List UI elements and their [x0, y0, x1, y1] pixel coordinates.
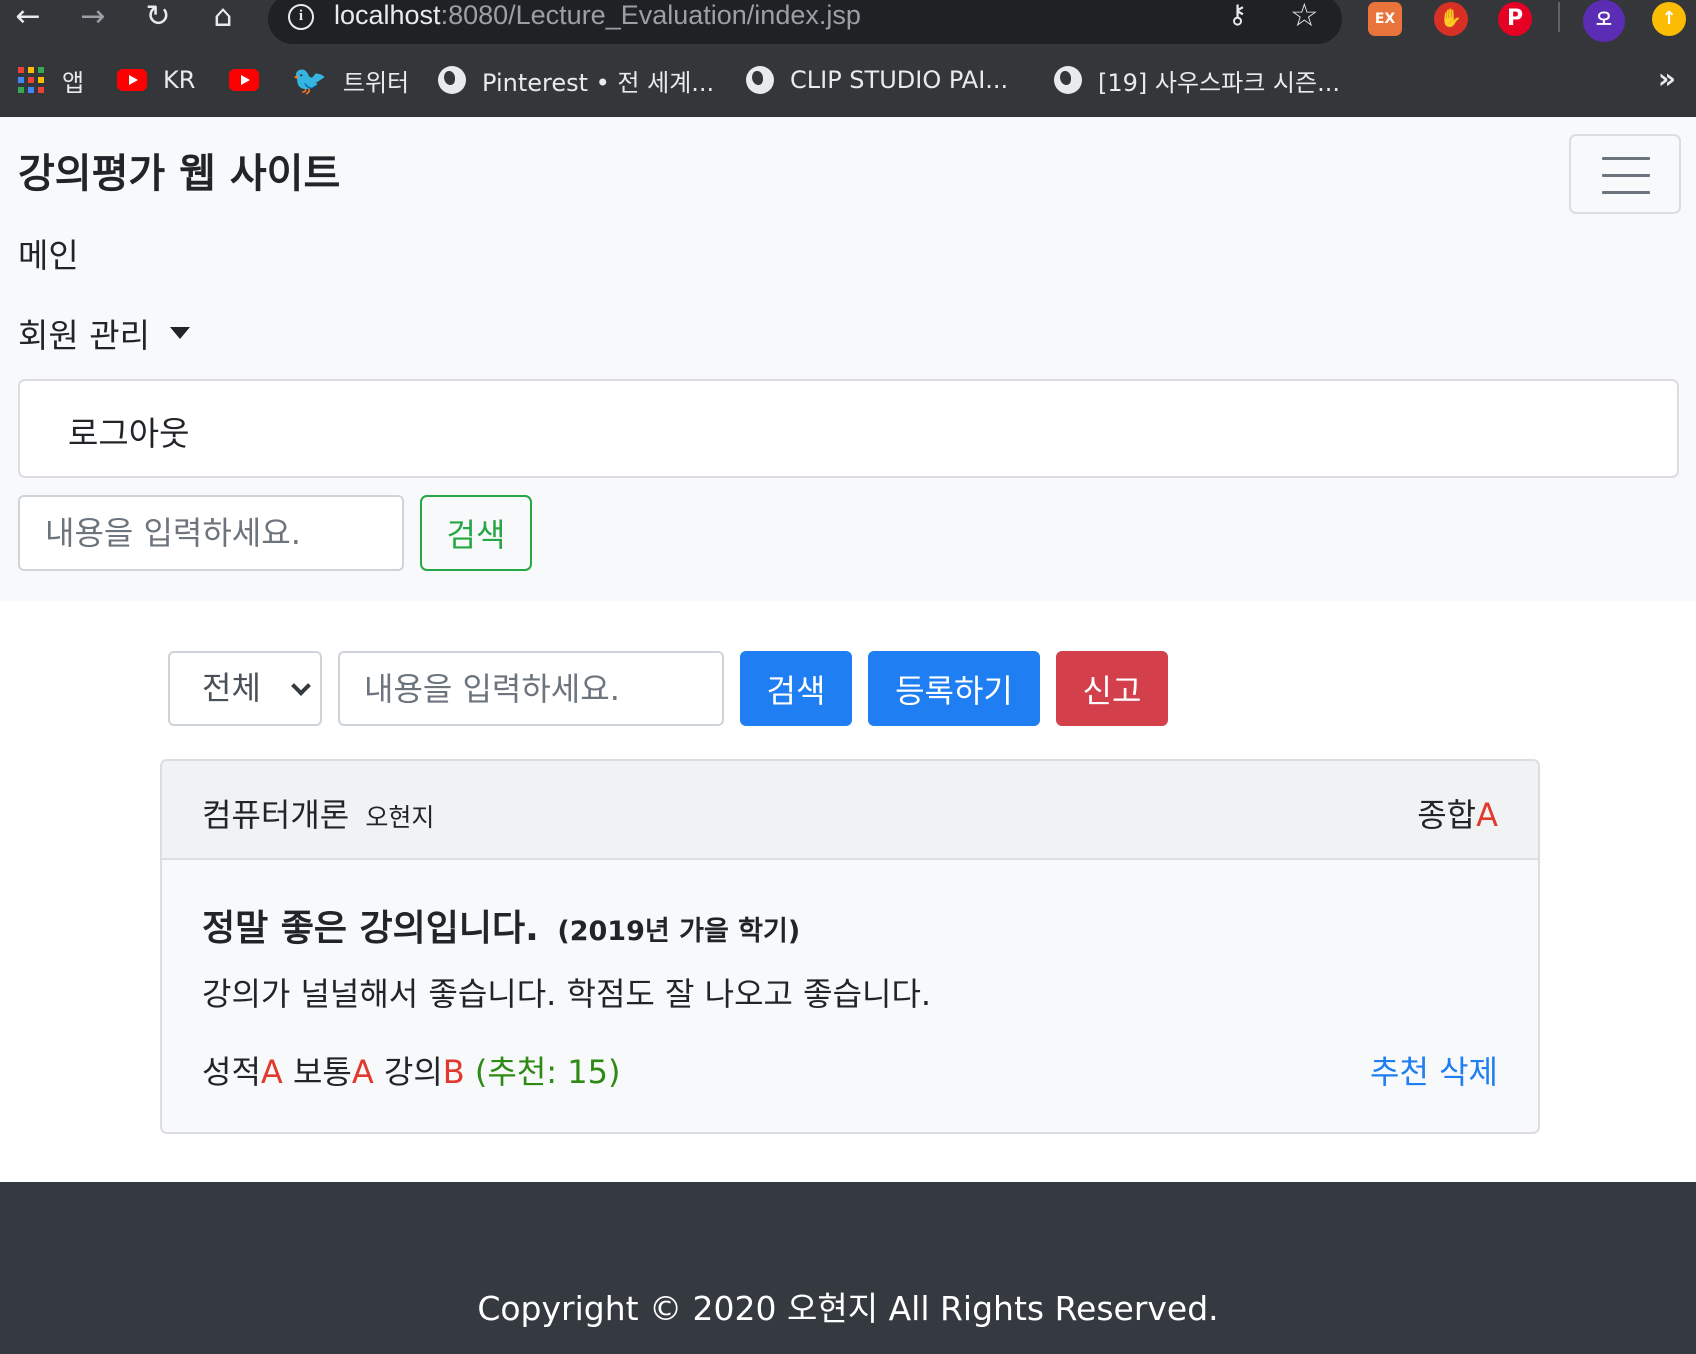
bookmark-label: 트위터	[342, 68, 410, 97]
url-path: :8080/Lecture_Evaluation/index.jsp	[440, 0, 861, 30]
home-icon[interactable]: ⌂	[203, 0, 243, 36]
toolbar-separator	[1558, 2, 1560, 32]
bookmark-youtube-kr[interactable]: KR	[117, 58, 195, 102]
search-input[interactable]	[338, 651, 724, 726]
youtube-icon	[229, 69, 259, 91]
youtube-icon	[117, 69, 147, 91]
evaluation-title: 정말 좋은 강의입니다. (2019년 가을 학기)	[202, 899, 800, 951]
browser-toolbar: ← → ↻ ⌂ i localhost:8080/Lecture_Evaluat…	[0, 0, 1696, 50]
evaluation-ratings: 성적A 보통A 강의B (추천: 15)	[202, 1047, 620, 1093]
twitter-icon: 🐦	[292, 63, 327, 97]
profile-avatar[interactable]: 오	[1583, 0, 1625, 42]
bookmark-apps[interactable]: 앱	[18, 58, 84, 102]
comfortable-grade: A	[351, 1053, 374, 1091]
url-host: localhost	[334, 0, 441, 30]
lecture-label: 강의	[383, 1053, 443, 1091]
bookmark-label: [19] 사우스파크 시즌...	[1098, 68, 1340, 97]
apps-grid-icon	[18, 67, 44, 93]
evaluation-card: 컴퓨터개론 오현지 종합A 정말 좋은 강의입니다. (2019년 가을 학기)…	[160, 759, 1540, 1134]
navbar-search-button[interactable]: 검색	[420, 495, 532, 571]
globe-icon	[438, 66, 466, 94]
lecture-info: 컴퓨터개론 오현지	[202, 790, 434, 836]
nav-dropdown-label: 회원 관리	[18, 316, 150, 355]
bookmark-clip-studio[interactable]: CLIP STUDIO PAI...	[746, 58, 1008, 102]
nav-link-main[interactable]: 메인	[18, 229, 79, 277]
nav-dropdown-member[interactable]: 회원 관리	[18, 309, 190, 357]
overall-score: 종합A	[1417, 790, 1498, 836]
lecture-name: 컴퓨터개론	[202, 796, 350, 834]
hamburger-icon	[1602, 174, 1650, 177]
member-dropdown-menu: 로그아웃	[18, 379, 1679, 478]
copyright-text: Copyright © 2020 오현지 All Rights Reserved…	[477, 1289, 1219, 1328]
hand-extension-icon[interactable]: ✋	[1434, 2, 1468, 36]
evaluation-actions: 추천 삭제	[1370, 1047, 1498, 1093]
back-arrow-icon[interactable]: ←	[8, 0, 48, 36]
key-icon[interactable]: ⚷	[1228, 0, 1247, 30]
bookmark-label: CLIP STUDIO PAI...	[790, 66, 1009, 94]
forward-arrow-icon[interactable]: →	[73, 0, 113, 36]
search-button[interactable]: 검색	[740, 651, 852, 726]
hamburger-icon	[1602, 157, 1650, 160]
update-icon[interactable]: ↑	[1652, 2, 1686, 36]
like-link[interactable]: 추천	[1370, 1053, 1429, 1091]
globe-icon	[1054, 66, 1082, 94]
navbar-toggler-button[interactable]	[1569, 134, 1681, 214]
report-button[interactable]: 신고	[1056, 651, 1168, 726]
bookmark-youtube[interactable]	[229, 58, 275, 102]
credit-grade: A	[260, 1053, 283, 1091]
chevron-down-icon	[291, 676, 311, 696]
credit-label: 성적	[202, 1053, 261, 1091]
caret-down-icon	[169, 327, 190, 339]
reload-icon[interactable]: ↻	[138, 0, 178, 36]
overall-label: 종합	[1417, 796, 1477, 834]
evaluation-title-text: 정말 좋은 강의입니다.	[202, 908, 539, 949]
evaluation-content: 강의가 널널해서 좋습니다. 학점도 잘 나오고 좋습니다.	[202, 975, 932, 1013]
ex-extension-icon[interactable]: EX	[1368, 2, 1402, 36]
footer: Copyright © 2020 오현지 All Rights Reserved…	[0, 1182, 1696, 1354]
lecture-division-select[interactable]: 전체	[168, 651, 322, 726]
address-bar[interactable]: i localhost:8080/Lecture_Evaluation/inde…	[268, 0, 1342, 44]
pinterest-extension-icon[interactable]: P	[1498, 2, 1532, 36]
bookmarks-bar: 앱 KR 🐦 트위터 Pinterest • 전 세계... CLIP STUD…	[0, 58, 1696, 102]
semester-text: (2019년 가을 학기)	[557, 916, 801, 947]
bookmark-pinterest[interactable]: Pinterest • 전 세계...	[438, 58, 714, 102]
professor-name: 오현지	[365, 803, 435, 832]
navbar: 강의평가 웹 사이트 메인 회원 관리 로그아웃 검색	[0, 117, 1696, 601]
select-value: 전체	[202, 669, 261, 707]
card-header: 컴퓨터개론 오현지 종합A	[162, 761, 1538, 860]
bookmark-label: 앱	[62, 68, 85, 97]
url-text[interactable]: localhost:8080/Lecture_Evaluation/index.…	[334, 0, 861, 31]
bookmark-south-park[interactable]: [19] 사우스파크 시즌...	[1054, 58, 1340, 102]
bookmark-label: Pinterest • 전 세계...	[482, 68, 715, 97]
globe-icon	[746, 66, 774, 94]
site-info-icon[interactable]: i	[288, 4, 314, 30]
more-bookmarks-icon[interactable]: »	[1658, 62, 1676, 95]
navbar-search-input[interactable]	[18, 495, 404, 571]
site-brand[interactable]: 강의평가 웹 사이트	[18, 141, 340, 199]
bookmark-label: KR	[163, 66, 196, 94]
delete-link[interactable]: 삭제	[1439, 1053, 1498, 1091]
bookmark-twitter[interactable]: 🐦 트위터	[292, 58, 409, 102]
dropdown-item-logout[interactable]: 로그아웃	[68, 407, 189, 455]
browser-chrome: ← → ↻ ⌂ i localhost:8080/Lecture_Evaluat…	[0, 0, 1696, 117]
register-button[interactable]: 등록하기	[868, 651, 1040, 726]
star-icon[interactable]: ☆	[1290, 0, 1319, 34]
lecture-grade: B	[442, 1053, 465, 1091]
comfortable-label: 보통	[292, 1053, 352, 1091]
like-count: (추천: 15)	[474, 1053, 621, 1091]
overall-grade: A	[1476, 796, 1498, 834]
hamburger-icon	[1602, 191, 1650, 194]
